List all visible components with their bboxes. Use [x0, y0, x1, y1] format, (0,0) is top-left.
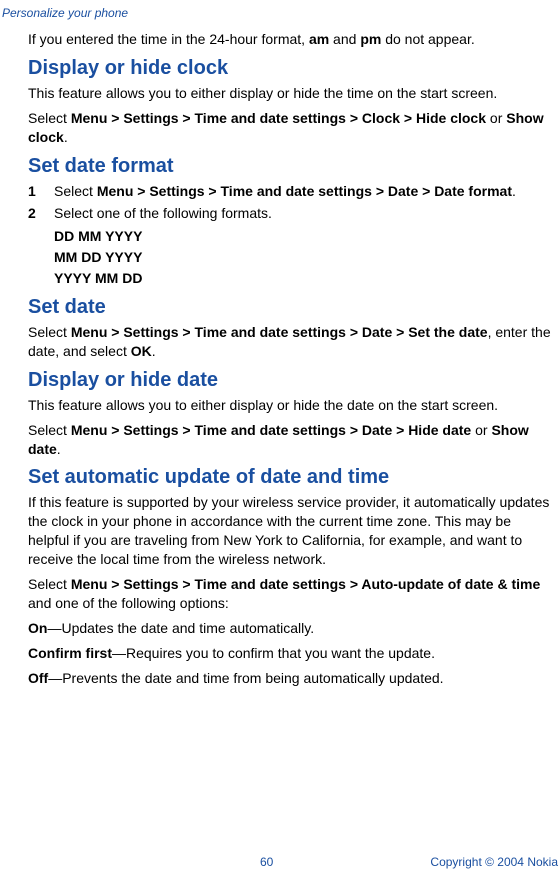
s2-1a: Select [54, 183, 97, 199]
intro-text-c: do not appear. [381, 31, 474, 47]
format-option-1: DD MM YYYY [54, 227, 556, 246]
s4-sb: Menu > Settings > Time and date settings… [71, 422, 471, 438]
header-section-label: Personalize your phone [0, 0, 560, 30]
heading-set-date-format: Set date format [28, 153, 556, 180]
step-2-text: Select one of the following formats. [54, 204, 556, 223]
step-2-num: 2 [28, 204, 54, 223]
s5-sa: Select [28, 576, 71, 592]
page-footer: 60 Copyright © 2004 Nokia [0, 855, 560, 869]
s1-se: . [64, 129, 68, 145]
option-confirm: Confirm first—Requires you to confirm th… [28, 644, 556, 663]
s2-1c: . [512, 183, 516, 199]
heading-display-hide-clock: Display or hide clock [28, 55, 556, 82]
opt3-t: —Prevents the date and time from being a… [48, 670, 443, 686]
s1-sb: Menu > Settings > Time and date settings… [71, 110, 486, 126]
s4-desc: This feature allows you to either displa… [28, 396, 556, 415]
intro-paragraph: If you entered the time in the 24-hour f… [28, 30, 556, 49]
s5-select: Select Menu > Settings > Time and date s… [28, 575, 556, 613]
s5-sc: and one of the following options: [28, 595, 229, 611]
intro-text-b: and [329, 31, 360, 47]
intro-text-a: If you entered the time in the 24-hour f… [28, 31, 309, 47]
heading-set-date: Set date [28, 294, 556, 321]
s2-1b: Menu > Settings > Time and date settings… [97, 183, 512, 199]
format-option-3: YYYY MM DD [54, 269, 556, 288]
opt2-b: Confirm first [28, 645, 112, 661]
s1-sa: Select [28, 110, 71, 126]
s4-select: Select Menu > Settings > Time and date s… [28, 421, 556, 459]
s3-e: . [152, 343, 156, 359]
opt1-t: —Updates the date and time automatically… [47, 620, 314, 636]
option-off: Off—Prevents the date and time from bein… [28, 669, 556, 688]
s5-sb: Menu > Settings > Time and date settings… [71, 576, 540, 592]
s1-select: Select Menu > Settings > Time and date s… [28, 109, 556, 147]
opt1-b: On [28, 620, 47, 636]
option-on: On—Updates the date and time automatical… [28, 619, 556, 638]
s3-text: Select Menu > Settings > Time and date s… [28, 323, 556, 361]
s3-d: OK [131, 343, 152, 359]
opt3-b: Off [28, 670, 48, 686]
heading-auto-update: Set automatic update of date and time [28, 464, 556, 491]
s1-desc: This feature allows you to either displa… [28, 84, 556, 103]
s4-sa: Select [28, 422, 71, 438]
s4-sc: or [471, 422, 491, 438]
s1-sc: or [486, 110, 506, 126]
heading-display-hide-date: Display or hide date [28, 367, 556, 394]
step-1: 1 Select Menu > Settings > Time and date… [28, 182, 556, 201]
intro-am: am [309, 31, 329, 47]
format-option-2: MM DD YYYY [54, 248, 556, 267]
page-number: 60 [260, 855, 273, 869]
s4-se: . [57, 441, 61, 457]
intro-pm: pm [360, 31, 381, 47]
s5-desc: If this feature is supported by your wir… [28, 493, 556, 569]
step-1-text: Select Menu > Settings > Time and date s… [54, 182, 556, 201]
step-1-num: 1 [28, 182, 54, 201]
step-2: 2 Select one of the following formats. [28, 204, 556, 223]
s3-a: Select [28, 324, 71, 340]
s3-b: Menu > Settings > Time and date settings… [71, 324, 488, 340]
page-content: If you entered the time in the 24-hour f… [0, 30, 560, 687]
opt2-t: —Requires you to confirm that you want t… [112, 645, 435, 661]
copyright-text: Copyright © 2004 Nokia [430, 855, 558, 869]
